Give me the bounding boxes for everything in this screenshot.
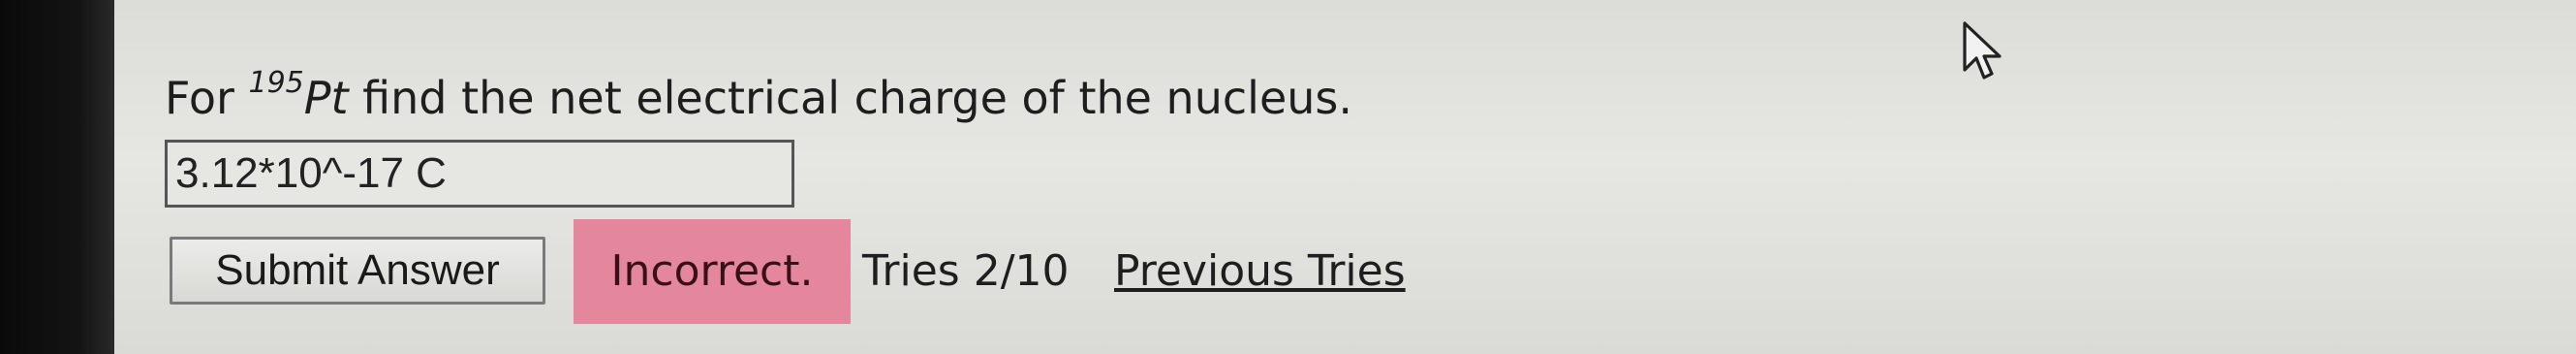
mass-number: 195	[248, 66, 304, 100]
question-text: For 195Pt find the net electrical charge…	[165, 66, 1352, 125]
left-screen-edge	[0, 0, 114, 354]
submit-answer-button[interactable]: Submit Answer	[170, 237, 545, 305]
question-body: find the net electrical charge of the nu…	[348, 72, 1352, 124]
answer-input[interactable]	[165, 140, 794, 208]
element-symbol: Pt	[303, 72, 349, 124]
previous-tries-link[interactable]: Previous Tries	[1114, 246, 1406, 296]
tries-counter: Tries 2/10	[862, 246, 1070, 296]
mouse-pointer-icon	[1963, 21, 2002, 80]
question-prefix: For	[165, 72, 249, 124]
status-badge: Incorrect.	[574, 219, 851, 324]
